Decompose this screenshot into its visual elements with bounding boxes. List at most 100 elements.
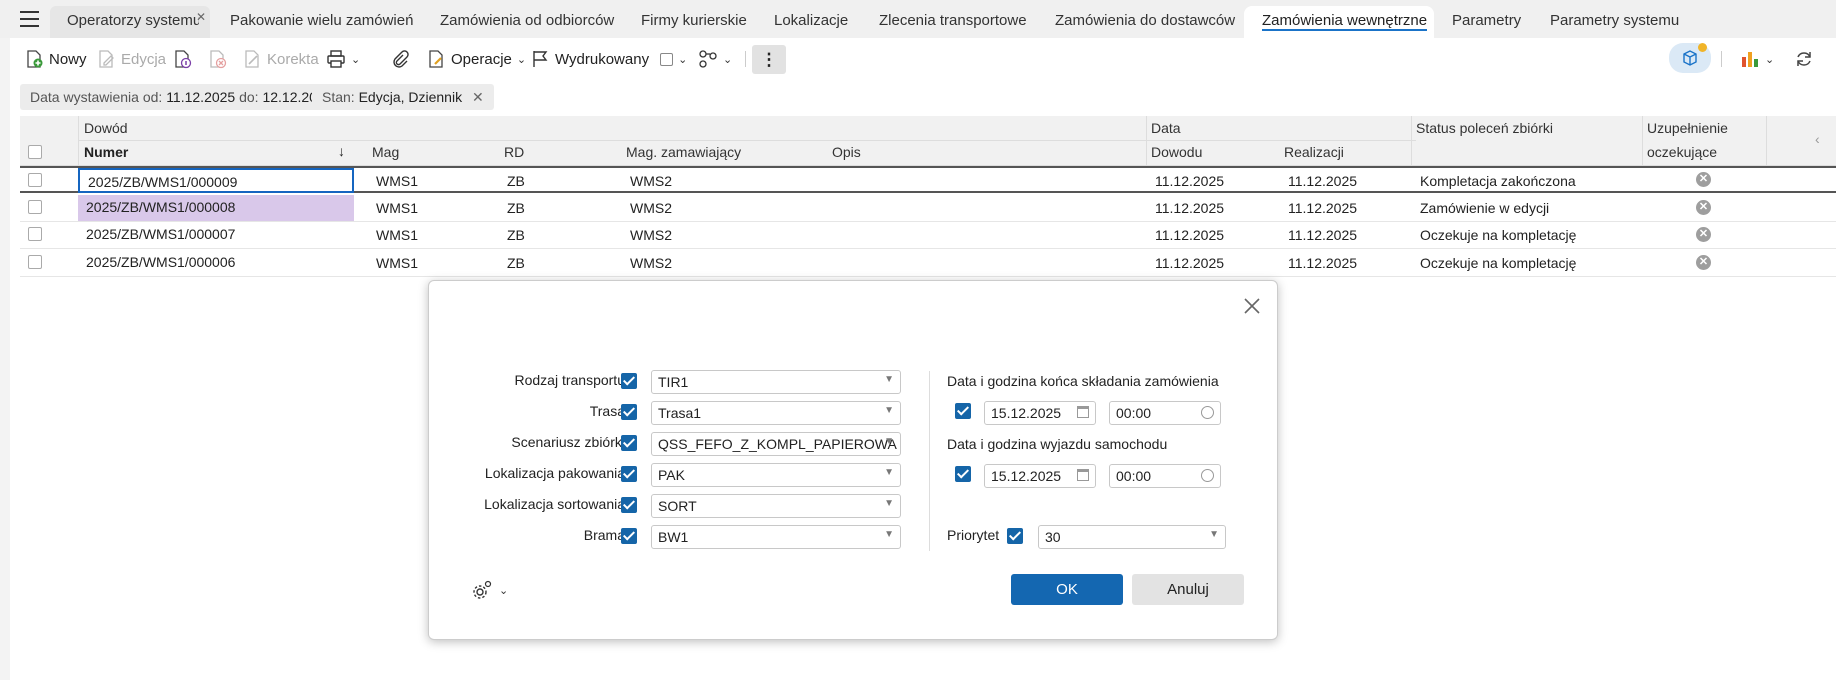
koniec-skladania-checkbox[interactable]: [955, 403, 971, 419]
workflow-button[interactable]: ⌄: [698, 47, 732, 71]
col-status[interactable]: Status poleceń zbiórki: [1416, 120, 1553, 136]
more-options-button[interactable]: ⋮: [752, 45, 786, 74]
flag-icon: [533, 51, 548, 67]
table-row[interactable]: 2025/ZB/WMS1/000009 WMS1 ZB WMS2 11.12.2…: [20, 166, 1836, 193]
menu-icon[interactable]: [20, 11, 39, 27]
tab-zlecenia-transportowe[interactable]: Zlecenia transportowe: [879, 6, 1027, 38]
col-rd[interactable]: RD: [504, 144, 524, 160]
brama-select[interactable]: BW1 ▼: [651, 525, 901, 549]
rodzaj-transportu-checkbox[interactable]: [621, 373, 637, 389]
lok-sortowania-checkbox[interactable]: [621, 497, 637, 513]
row-checkbox[interactable]: [28, 200, 42, 214]
row-checkbox[interactable]: [28, 227, 42, 241]
correction-icon: [245, 50, 259, 68]
close-icon[interactable]: ✕: [472, 89, 484, 105]
trasa-select[interactable]: Trasa1 ▼: [651, 401, 901, 425]
tab-parametry[interactable]: Parametry: [1452, 6, 1521, 38]
koniec-skladania-time[interactable]: 00:00: [1109, 401, 1221, 425]
tab-parametry-systemu[interactable]: Parametry systemu: [1550, 6, 1679, 38]
chevron-down-icon: ⌄: [499, 584, 509, 597]
col-mag[interactable]: Mag: [372, 144, 399, 160]
clock-icon[interactable]: [1201, 469, 1214, 482]
scenariusz-checkbox[interactable]: [621, 435, 637, 451]
cancel-button[interactable]: Anuluj: [1132, 574, 1244, 605]
tab-pakowanie[interactable]: Pakowanie wielu zamówień: [230, 6, 413, 38]
printed-filter[interactable]: Wydrukowany ⌄: [530, 47, 687, 71]
chevron-left-icon[interactable]: ‹: [1815, 131, 1820, 147]
state-filter-chip[interactable]: Stan: Edycja, Dziennik ✕: [312, 84, 494, 110]
paperclip-icon: [393, 50, 409, 68]
delete-document-button[interactable]: [207, 47, 227, 71]
table-row[interactable]: 2025/ZB/WMS1/000008 WMS1 ZB WMS2 11.12.2…: [20, 195, 1836, 222]
document-info-icon: [175, 50, 192, 69]
table-row[interactable]: 2025/ZB/WMS1/000007 WMS1 ZB WMS2 11.12.2…: [20, 222, 1836, 249]
tab-zamowienia-do-dostawcow[interactable]: Zamówienia do dostawców: [1055, 6, 1235, 38]
col-uzupelnienie-1[interactable]: Uzupełnienie: [1647, 120, 1728, 136]
trasa-label: Trasa: [589, 403, 625, 419]
select-all-checkbox[interactable]: [28, 145, 42, 159]
correction-button[interactable]: Korekta: [242, 47, 319, 71]
info-document-button[interactable]: [172, 47, 192, 71]
priorytet-checkbox[interactable]: [1007, 528, 1023, 544]
priorytet-select[interactable]: 30 ▼: [1038, 525, 1226, 549]
gear-icon: [473, 580, 492, 599]
chevron-down-icon: ▼: [884, 436, 894, 447]
date-filter-chip[interactable]: Data wystawienia od: 11.12.2025 do: 12.1…: [20, 84, 343, 110]
col-divider: [78, 116, 79, 166]
col-divider: [1642, 116, 1643, 166]
tab-zamowienia-wewnetrzne[interactable]: Zamówienia wewnętrzne: [1244, 6, 1434, 38]
new-document-icon: [27, 50, 43, 68]
tab-label: Lokalizacje: [774, 12, 849, 29]
chart-button[interactable]: ⌄: [1740, 47, 1774, 71]
wyjazd-checkbox[interactable]: [955, 466, 971, 482]
clock-icon[interactable]: [1201, 406, 1214, 419]
row-checkbox[interactable]: [28, 255, 42, 269]
lok-pakowania-select[interactable]: PAK ▼: [651, 463, 901, 487]
tab-firmy-kurierskie[interactable]: Firmy kurierskie: [641, 6, 747, 38]
cell-numer[interactable]: 2025/ZB/WMS1/000007: [78, 222, 354, 248]
scenariusz-select[interactable]: QSS_FEFO_Z_KOMPL_PAPIEROWA ▼: [651, 432, 901, 456]
lok-sortowania-select[interactable]: SORT ▼: [651, 494, 901, 518]
cell-realizacji: 11.12.2025: [1288, 173, 1358, 189]
refresh-button[interactable]: [1794, 47, 1814, 71]
edit-button[interactable]: Edycja: [96, 47, 166, 71]
close-icon[interactable]: [1241, 295, 1263, 317]
wyjazd-date[interactable]: 15.12.2025: [984, 464, 1096, 488]
cell-numer[interactable]: 2025/ZB/WMS1/000008: [78, 195, 354, 221]
koniec-skladania-date[interactable]: 15.12.2025: [984, 401, 1096, 425]
attachment-button[interactable]: [390, 47, 410, 71]
tab-zamowienia-od-odbiorcow[interactable]: Zamówienia od odbiorców: [440, 6, 614, 38]
calendar-icon[interactable]: [1077, 469, 1089, 481]
calendar-icon[interactable]: [1077, 406, 1089, 418]
table-row[interactable]: 2025/ZB/WMS1/000006 WMS1 ZB WMS2 11.12.2…: [20, 250, 1836, 277]
chevron-down-icon: ▼: [884, 467, 894, 478]
rodzaj-transportu-select[interactable]: TIR1 ▼: [651, 370, 901, 394]
col-mag-zamawiajacy[interactable]: Mag. zamawiający: [626, 144, 741, 160]
col-numer[interactable]: Numer: [84, 144, 128, 160]
brama-checkbox[interactable]: [621, 528, 637, 544]
new-button[interactable]: Nowy: [24, 47, 87, 71]
tab-lokalizacje[interactable]: Lokalizacje: [774, 6, 848, 38]
close-icon[interactable]: ✕: [196, 2, 206, 32]
lok-pakowania-checkbox[interactable]: [621, 466, 637, 482]
wyjazd-time[interactable]: 00:00: [1109, 464, 1221, 488]
printed-checkbox[interactable]: [660, 52, 674, 66]
ok-button[interactable]: OK: [1011, 574, 1123, 605]
operations-button[interactable]: Operacje ⌄: [426, 47, 526, 71]
cube-view-button[interactable]: [1669, 43, 1711, 73]
sort-arrow-icon[interactable]: ↓: [338, 143, 345, 159]
cell-numer[interactable]: 2025/ZB/WMS1/000006: [78, 250, 354, 276]
row-checkbox[interactable]: [28, 173, 42, 187]
print-button[interactable]: ⌄: [326, 47, 360, 71]
tab-operatorzy[interactable]: Operatorzy systemu ✕: [50, 6, 210, 38]
settings-menu[interactable]: ⌄: [471, 579, 508, 601]
tab-label: Zamówienia wewnętrzne: [1262, 12, 1428, 31]
cell-mag-zam: WMS2: [630, 227, 672, 243]
koniec-skladania-date-value: 15.12.2025: [991, 405, 1062, 421]
trasa-checkbox[interactable]: [621, 404, 637, 420]
col-realizacji[interactable]: Realizacji: [1284, 144, 1344, 160]
col-dowodu[interactable]: Dowodu: [1151, 144, 1202, 160]
lok-pakowania-label: Lokalizacja pakowania: [484, 465, 625, 481]
col-opis[interactable]: Opis: [832, 144, 861, 160]
cell-numer[interactable]: 2025/ZB/WMS1/000009: [78, 168, 354, 193]
